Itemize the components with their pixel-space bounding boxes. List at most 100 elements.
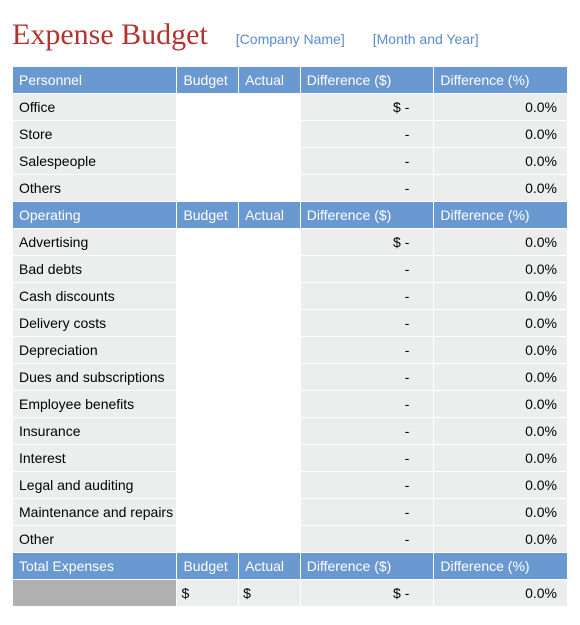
- actual-cell[interactable]: [239, 445, 301, 472]
- row-label: Office: [13, 94, 177, 121]
- actual-cell[interactable]: [239, 364, 301, 391]
- row-label: Legal and auditing: [13, 472, 177, 499]
- diff-percent-cell: 0.0%: [434, 472, 568, 499]
- actual-cell[interactable]: [239, 418, 301, 445]
- actual-cell[interactable]: [239, 256, 301, 283]
- table-row: Employee benefits -0.0%: [13, 391, 568, 418]
- table-row: Others-0.0%: [13, 175, 568, 202]
- table-row: Maintenance and repairs-0.0%: [13, 499, 568, 526]
- actual-cell[interactable]: [239, 175, 301, 202]
- diff-dollar-cell: -: [300, 391, 434, 418]
- row-label: Interest: [13, 445, 177, 472]
- diff-dollar-cell: $ -: [300, 94, 434, 121]
- header: Expense Budget [Company Name] [Month and…: [12, 18, 568, 52]
- col-diff-percent: Difference (%): [434, 67, 568, 94]
- budget-cell[interactable]: [177, 418, 239, 445]
- row-label: Delivery costs: [13, 310, 177, 337]
- table-row: Bad debts-0.0%: [13, 256, 568, 283]
- budget-cell[interactable]: [177, 364, 239, 391]
- table-row: Interest -0.0%: [13, 445, 568, 472]
- total-row: $$$ -0.0%: [13, 580, 568, 607]
- budget-table: PersonnelBudgetActualDifference ($)Diffe…: [12, 66, 568, 607]
- col-budget: Budget: [177, 202, 239, 229]
- actual-cell[interactable]: [239, 94, 301, 121]
- col-diff-percent: Difference (%): [434, 202, 568, 229]
- budget-cell[interactable]: [177, 499, 239, 526]
- diff-percent-cell: 0.0%: [434, 445, 568, 472]
- company-placeholder[interactable]: [Company Name]: [236, 31, 345, 47]
- budget-cell[interactable]: [177, 229, 239, 256]
- row-label: Employee benefits: [13, 391, 177, 418]
- table-row: Dues and subscriptions-0.0%: [13, 364, 568, 391]
- diff-percent-cell: 0.0%: [434, 229, 568, 256]
- table-row: Salespeople-0.0%: [13, 148, 568, 175]
- budget-cell[interactable]: [177, 283, 239, 310]
- actual-cell[interactable]: [239, 229, 301, 256]
- diff-percent-cell: 0.0%: [434, 337, 568, 364]
- section-header: OperatingBudgetActualDifference ($)Diffe…: [13, 202, 568, 229]
- row-label: Maintenance and repairs: [13, 499, 177, 526]
- diff-percent-cell: 0.0%: [434, 148, 568, 175]
- actual-cell[interactable]: [239, 472, 301, 499]
- col-actual: Actual: [239, 202, 301, 229]
- budget-cell[interactable]: [177, 445, 239, 472]
- actual-cell[interactable]: [239, 310, 301, 337]
- row-label: Advertising: [13, 229, 177, 256]
- diff-percent-cell: 0.0%: [434, 526, 568, 553]
- actual-cell[interactable]: [239, 391, 301, 418]
- diff-percent-cell: 0.0%: [434, 391, 568, 418]
- actual-cell[interactable]: [239, 337, 301, 364]
- actual-cell[interactable]: [239, 283, 301, 310]
- total-spacer: [13, 580, 177, 607]
- table-row: Depreciation-0.0%: [13, 337, 568, 364]
- row-label: Depreciation: [13, 337, 177, 364]
- actual-cell[interactable]: [239, 148, 301, 175]
- col-diff-percent: Difference (%): [434, 553, 568, 580]
- col-actual: Actual: [239, 553, 301, 580]
- budget-cell[interactable]: [177, 121, 239, 148]
- table-row: Office $ -0.0%: [13, 94, 568, 121]
- diff-percent-cell: 0.0%: [434, 94, 568, 121]
- budget-cell[interactable]: [177, 337, 239, 364]
- row-label: Store: [13, 121, 177, 148]
- budget-cell[interactable]: [177, 256, 239, 283]
- total-label: Total Expenses: [13, 553, 177, 580]
- diff-dollar-cell: $ -: [300, 229, 434, 256]
- budget-cell[interactable]: [177, 94, 239, 121]
- budget-cell[interactable]: [177, 526, 239, 553]
- total-diff-percent: 0.0%: [434, 580, 568, 607]
- diff-dollar-cell: -: [300, 472, 434, 499]
- row-label: Dues and subscriptions: [13, 364, 177, 391]
- table-row: Delivery costs-0.0%: [13, 310, 568, 337]
- actual-cell[interactable]: [239, 121, 301, 148]
- diff-dollar-cell: -: [300, 445, 434, 472]
- table-row: Insurance-0.0%: [13, 418, 568, 445]
- budget-cell[interactable]: [177, 310, 239, 337]
- diff-dollar-cell: -: [300, 310, 434, 337]
- diff-dollar-cell: -: [300, 499, 434, 526]
- actual-cell[interactable]: [239, 526, 301, 553]
- period-placeholder[interactable]: [Month and Year]: [373, 31, 479, 47]
- col-diff-dollar: Difference ($): [300, 67, 434, 94]
- budget-cell[interactable]: [177, 148, 239, 175]
- budget-cell[interactable]: [177, 472, 239, 499]
- diff-percent-cell: 0.0%: [434, 364, 568, 391]
- col-actual: Actual: [239, 67, 301, 94]
- table-row: Other -0.0%: [13, 526, 568, 553]
- row-label: Cash discounts: [13, 283, 177, 310]
- table-row: Store-0.0%: [13, 121, 568, 148]
- row-label: Other: [13, 526, 177, 553]
- budget-cell[interactable]: [177, 391, 239, 418]
- col-diff-dollar: Difference ($): [300, 202, 434, 229]
- diff-dollar-cell: -: [300, 175, 434, 202]
- total-budget: $: [177, 580, 239, 607]
- table-row: Cash discounts-0.0%: [13, 283, 568, 310]
- diff-percent-cell: 0.0%: [434, 175, 568, 202]
- budget-cell[interactable]: [177, 175, 239, 202]
- diff-dollar-cell: -: [300, 526, 434, 553]
- diff-dollar-cell: -: [300, 121, 434, 148]
- total-diff-dollar: $ -: [300, 580, 434, 607]
- actual-cell[interactable]: [239, 499, 301, 526]
- col-budget: Budget: [177, 553, 239, 580]
- section-header: PersonnelBudgetActualDifference ($)Diffe…: [13, 67, 568, 94]
